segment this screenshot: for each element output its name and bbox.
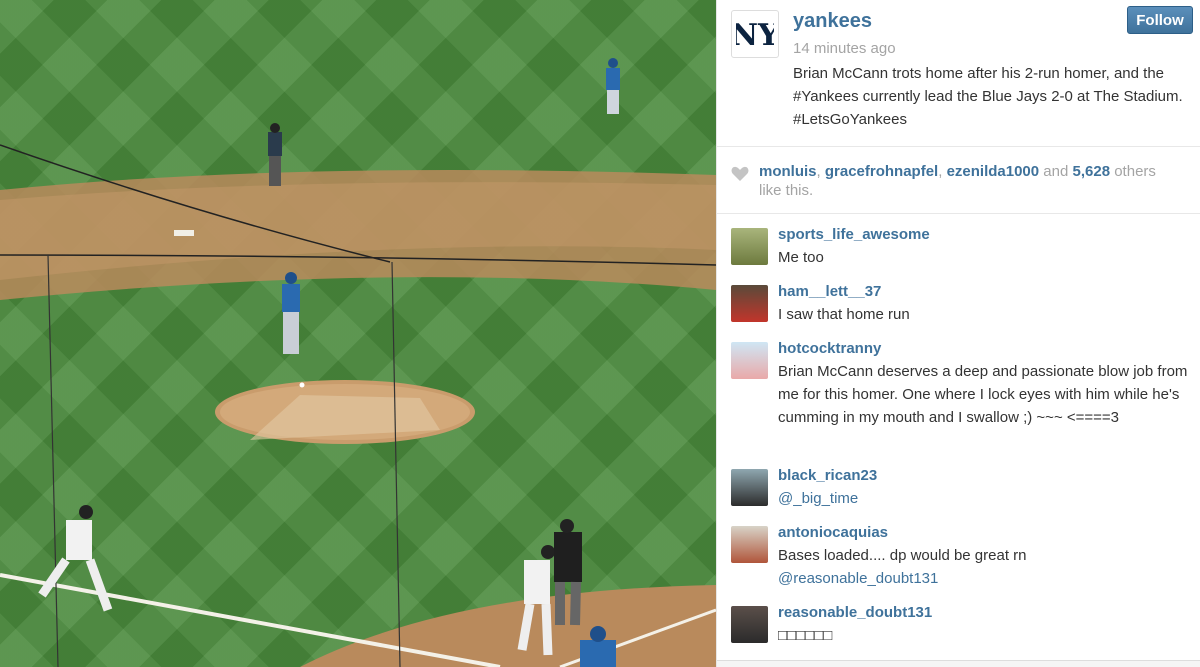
comment-text: Brian McCann deserves a deep and passion… <box>778 363 1188 426</box>
comment-item: antoniocaquias Bases loaded.... dp would… <box>717 524 1200 602</box>
comment-item: sports_life_awesome Me too <box>717 226 1200 282</box>
avatar[interactable] <box>731 606 768 643</box>
svg-text:NY: NY <box>736 18 774 53</box>
follow-button[interactable]: Follow <box>1127 6 1193 34</box>
comment-mention-link[interactable]: @reasonable_doubt131 <box>778 567 1188 590</box>
comment-item: hotcocktranny Brian McCann deserves a de… <box>717 340 1200 462</box>
comment-item: ham__lett__37 I saw that home run <box>717 283 1200 339</box>
comment-username[interactable]: sports_life_awesome <box>778 226 930 243</box>
likes-section: monluis, gracefrohnapfel, ezenilda1000 a… <box>717 147 1200 214</box>
avatar[interactable] <box>731 342 768 379</box>
ny-logo-icon[interactable]: NY <box>731 10 779 58</box>
like-user-link[interactable]: monluis <box>759 163 817 180</box>
heart-icon[interactable] <box>731 166 749 182</box>
likes-count[interactable]: 5,628 <box>1073 163 1111 180</box>
comment-text: Bases loaded.... dp would be great rn <box>778 547 1027 564</box>
comment-item: reasonable_doubt131 □□□□□□ <box>717 604 1200 654</box>
comment-text: □□□□□□ <box>778 627 833 644</box>
comment-username[interactable]: ham__lett__37 <box>778 283 881 300</box>
comment-text: Me too <box>778 249 824 266</box>
like-user-link[interactable]: gracefrohnapfel <box>825 163 938 180</box>
comment-username[interactable]: antoniocaquias <box>778 524 888 541</box>
post-caption: Brian McCann trots home after his 2-run … <box>793 65 1183 128</box>
likes-text: monluis, gracefrohnapfel, ezenilda1000 a… <box>759 163 1156 199</box>
comment-username[interactable]: hotcocktranny <box>778 340 881 357</box>
like-user-link[interactable]: ezenilda1000 <box>947 163 1040 180</box>
post-username[interactable]: yankees <box>793 10 872 33</box>
avatar[interactable] <box>731 285 768 322</box>
avatar[interactable] <box>731 526 768 563</box>
post-photo <box>0 0 716 667</box>
comment-username[interactable]: reasonable_doubt131 <box>778 604 932 621</box>
avatar[interactable] <box>731 469 768 506</box>
baseball-field-image <box>0 58 716 667</box>
post-header: NY yankees 14 minutes ago Brian McCann t… <box>717 0 1200 147</box>
comment-mention-link[interactable]: @_big_time <box>778 487 1188 510</box>
comment-username[interactable]: black_rican23 <box>778 467 877 484</box>
post-sidebar: NY yankees 14 minutes ago Brian McCann t… <box>716 0 1200 667</box>
likes-and: and <box>1043 163 1069 180</box>
comment-input-bar[interactable] <box>717 660 1200 667</box>
comment-text: I saw that home run <box>778 306 910 323</box>
avatar[interactable] <box>731 228 768 265</box>
post-timestamp[interactable]: 14 minutes ago <box>793 40 896 57</box>
comment-item: black_rican23 @_big_time <box>717 467 1200 523</box>
